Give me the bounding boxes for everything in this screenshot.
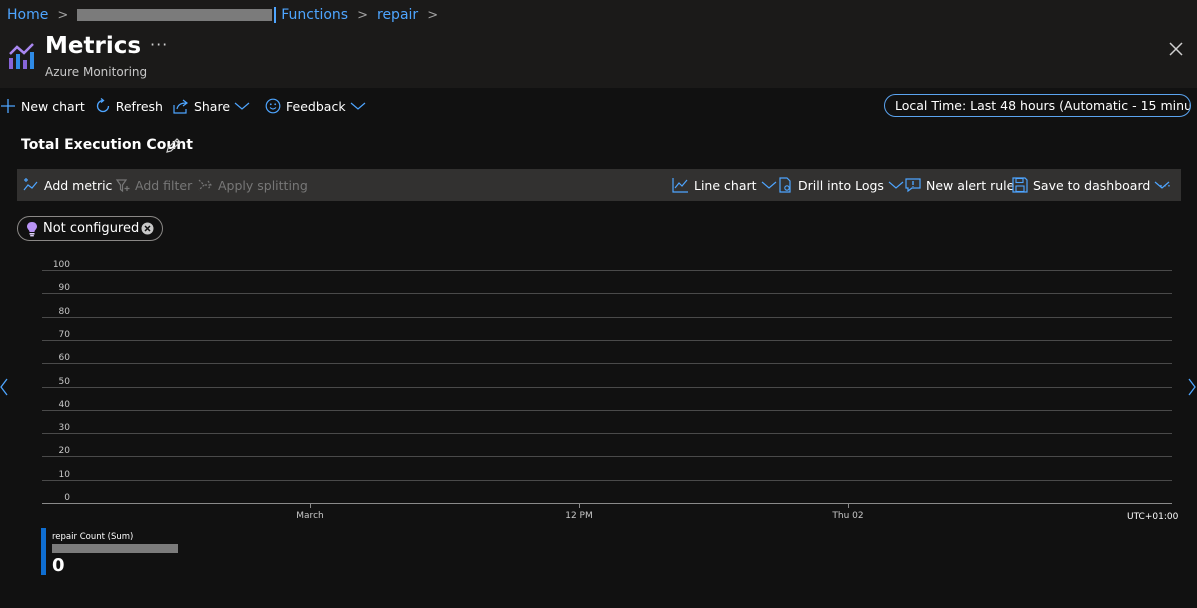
- command-bar: New chart Refresh Share Feedback: [0, 94, 381, 118]
- x-tick: [848, 503, 849, 508]
- y-tick-label: 100: [52, 260, 70, 270]
- chevron-right-icon[interactable]: [1188, 378, 1196, 396]
- y-gridline: [42, 270, 1172, 271]
- chevron-right-icon: >: [57, 7, 69, 23]
- x-tick-label: Thu 02: [832, 511, 864, 521]
- y-gridline: [42, 410, 1172, 411]
- y-gridline: [42, 433, 1172, 434]
- toolbar-more-button[interactable]: ···: [1159, 169, 1171, 201]
- breadcrumb: Home > Functions > repair >: [7, 5, 447, 25]
- share-icon: [173, 99, 188, 114]
- y-tick-label: 50: [58, 377, 70, 387]
- y-tick-label: 80: [58, 307, 70, 317]
- line-chart-button[interactable]: Line chart: [672, 169, 782, 201]
- breadcrumb-divider: [274, 7, 277, 23]
- add-metric-label: Add metric: [44, 177, 113, 193]
- new-alert-rule-label: New alert rule: [926, 177, 1015, 193]
- splitting-icon: [198, 179, 212, 191]
- add-metric-icon: [23, 178, 38, 191]
- add-filter-label: Add filter: [135, 177, 193, 193]
- page-title: Metrics: [45, 33, 142, 59]
- y-gridline: [42, 340, 1172, 341]
- y-tick-label: 10: [58, 470, 70, 480]
- y-gridline: [42, 503, 1172, 504]
- legend-color-strip: [41, 528, 46, 575]
- y-gridline: [42, 317, 1172, 318]
- new-chart-label: New chart: [21, 98, 85, 114]
- scope-pill[interactable]: Not configured: [17, 216, 163, 241]
- line-chart-icon: [672, 178, 688, 193]
- time-range-picker[interactable]: Local Time: Last 48 hours (Automatic - 1…: [884, 94, 1191, 117]
- add-metric-button[interactable]: Add metric: [23, 169, 112, 201]
- drill-into-logs-label: Drill into Logs: [798, 177, 884, 193]
- redacted-resource-name: [77, 9, 273, 21]
- add-filter-button[interactable]: Add filter: [114, 169, 192, 201]
- feedback-label: Feedback: [286, 98, 346, 114]
- y-tick-label: 0: [64, 493, 70, 503]
- line-chart-label: Line chart: [694, 177, 757, 193]
- y-gridline: [42, 363, 1172, 364]
- apply-splitting-button[interactable]: Apply splitting: [197, 169, 308, 201]
- scope-pill-label: Not configured: [43, 221, 140, 236]
- metrics-icon: [9, 43, 34, 69]
- chevron-right-icon: >: [427, 7, 439, 23]
- refresh-button[interactable]: Refresh: [95, 98, 163, 114]
- y-tick-label: 20: [58, 446, 70, 456]
- close-circle-icon[interactable]: [141, 222, 154, 235]
- y-tick-label: 60: [58, 353, 70, 363]
- breadcrumb-home[interactable]: Home: [7, 7, 48, 23]
- y-tick-label: 70: [58, 330, 70, 340]
- redacted-resource-name: [52, 544, 178, 553]
- page-subtitle: Azure Monitoring: [45, 65, 148, 79]
- y-tick-label: 40: [58, 400, 70, 410]
- y-tick-label: 90: [58, 283, 70, 293]
- y-gridline: [42, 456, 1172, 457]
- drill-into-logs-button[interactable]: Drill into Logs: [777, 169, 909, 201]
- refresh-label: Refresh: [115, 98, 163, 114]
- share-label: Share: [193, 98, 231, 114]
- legend-series-name: repair Count (Sum): [52, 532, 134, 542]
- smiley-icon: [265, 98, 281, 114]
- x-tick-label: 12 PM: [565, 511, 593, 521]
- refresh-icon: [96, 98, 109, 113]
- chevron-left-icon[interactable]: [0, 378, 8, 396]
- plus-icon: [1, 99, 15, 113]
- chevron-down-icon: [888, 181, 904, 189]
- chevron-down-icon: [234, 102, 250, 110]
- alert-icon: [905, 178, 921, 193]
- y-gridline: [42, 293, 1172, 294]
- lightbulb-icon: [27, 221, 37, 236]
- y-tick-label: 30: [58, 423, 70, 433]
- save-to-dashboard-button[interactable]: Save to dashboard: [1012, 169, 1175, 201]
- new-chart-button[interactable]: New chart: [0, 98, 85, 114]
- chevron-right-icon: >: [357, 7, 368, 23]
- y-gridline: [42, 387, 1172, 388]
- breadcrumb-repair[interactable]: repair: [377, 7, 418, 23]
- x-tick: [310, 503, 311, 508]
- x-tick-label: March: [296, 511, 324, 521]
- feedback-button[interactable]: Feedback: [265, 98, 371, 114]
- close-icon[interactable]: [1167, 40, 1185, 58]
- pencil-icon[interactable]: [165, 137, 182, 154]
- filter-icon: [115, 179, 130, 193]
- chevron-down-icon: [761, 181, 776, 189]
- more-options-button[interactable]: ···: [150, 35, 168, 54]
- apply-splitting-label: Apply splitting: [218, 177, 308, 193]
- timezone-label: UTC+01:00: [1127, 512, 1179, 522]
- x-tick: [579, 503, 580, 508]
- chart-toolbar: Add metric Add filter Apply splitting Li…: [17, 169, 1181, 201]
- new-alert-rule-button[interactable]: New alert rule: [905, 169, 1014, 201]
- share-button[interactable]: Share: [173, 98, 255, 114]
- legend-value: 0: [52, 555, 65, 576]
- chevron-down-icon: [350, 102, 365, 110]
- save-to-dashboard-label: Save to dashboard: [1033, 177, 1151, 193]
- breadcrumb-functions[interactable]: Functions: [281, 7, 348, 23]
- y-gridline: [42, 480, 1172, 481]
- save-icon: [1012, 177, 1028, 193]
- logs-icon: [779, 177, 791, 193]
